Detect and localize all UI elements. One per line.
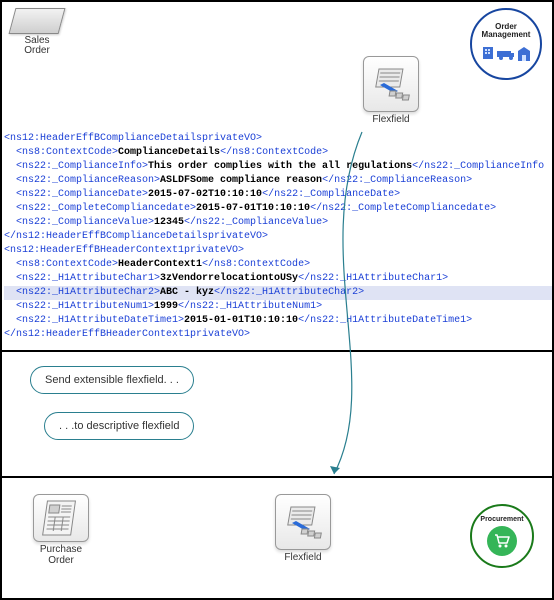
xml-line: </ns12:HeaderEffBComplianceDetailsprivat… [4, 230, 552, 244]
flexfield-top-label: Flexfield [372, 114, 409, 125]
flexfield-icon [275, 494, 331, 550]
xml-line: <ns8:ContextCode>HeaderContext1</ns8:Con… [4, 258, 552, 272]
order-management-icons [482, 43, 530, 65]
callout-to: . . .to descriptive flexfield [44, 412, 194, 440]
parallelogram-icon [9, 8, 66, 34]
order-management-label: OrderManagement [482, 23, 531, 39]
xml-line: <ns22:_H1AttributeNum1>1999</ns22:_H1Att… [4, 300, 552, 314]
xml-line: <ns12:HeaderEffBComplianceDetailsprivate… [4, 132, 552, 146]
purchase-order-icon [33, 494, 89, 542]
flexfield-icon [363, 56, 419, 112]
xml-line: <ns22:_ComplianceInfo>This order complie… [4, 160, 552, 174]
xml-line: <ns22:_H1AttributeDateTime1>2015-01-01T1… [4, 314, 552, 328]
diagram-canvas: SalesOrder Flexfield Order [0, 0, 554, 600]
xml-line: </ns12:HeaderEffBHeaderContext1privateVO… [4, 328, 552, 342]
xml-line: <ns8:ContextCode>ComplianceDetails</ns8:… [4, 146, 552, 160]
flexfield-bottom: Flexfield [272, 494, 334, 566]
divider-2 [2, 476, 552, 478]
xml-line: <ns22:_ComplianceReason>ASLDFSome compli… [4, 174, 552, 188]
xml-line: <ns22:_ComplianceValue>12345</ns22:_Comp… [4, 216, 552, 230]
purchase-order: PurchaseOrder [30, 494, 92, 566]
xml-line: <ns22:_CompleteCompliancedate>2015-07-01… [4, 202, 552, 216]
flexfield-top: Flexfield [360, 56, 422, 128]
cart-icon [487, 526, 517, 556]
procurement-badge: Procurement [470, 504, 534, 568]
xml-line: <ns22:_H1AttributeChar1>3zVendorrelocati… [4, 272, 552, 286]
xml-code-block: <ns12:HeaderEffBComplianceDetailsprivate… [4, 132, 552, 342]
order-management-badge: OrderManagement [470, 8, 542, 80]
sales-order-label: SalesOrder [24, 36, 50, 56]
flexfield-bottom-label: Flexfield [284, 552, 321, 563]
divider-1 [2, 350, 552, 352]
xml-line: <ns22:_H1AttributeChar2>ABC - kyz</ns22:… [4, 286, 552, 300]
sales-order-icon: SalesOrder [8, 8, 66, 56]
callout-send: Send extensible flexfield. . . [30, 366, 194, 394]
xml-line: <ns22:_ComplianceDate>2015-07-02T10:10:1… [4, 188, 552, 202]
procurement-label: Procurement [480, 516, 523, 523]
purchase-order-label: PurchaseOrder [40, 544, 82, 566]
xml-line: <ns12:HeaderEffBHeaderContext1privateVO> [4, 244, 552, 258]
